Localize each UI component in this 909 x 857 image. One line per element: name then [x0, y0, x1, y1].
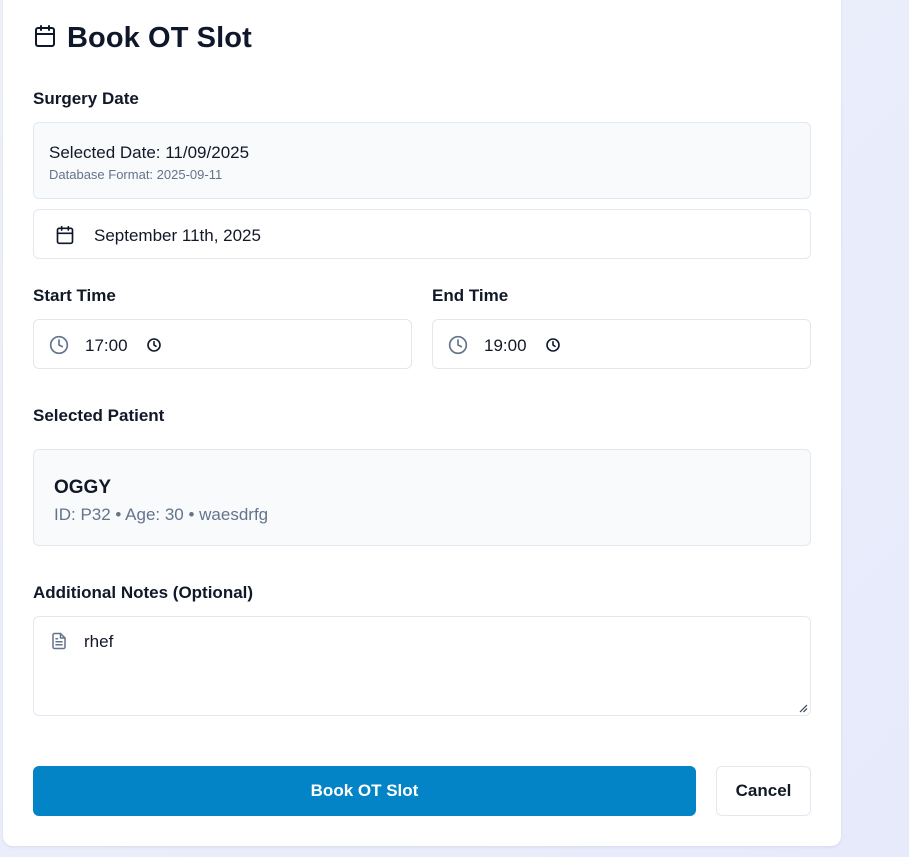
resize-handle-icon[interactable] — [798, 703, 808, 713]
database-format-text: Database Format: 2025-09-11 — [49, 167, 223, 182]
end-time-label: End Time — [432, 286, 509, 305]
notes-label: Additional Notes (Optional) — [33, 583, 254, 602]
selected-date-summary: Selected Date: 11/09/2025 Database Forma… — [33, 122, 811, 199]
date-picker-value: September 11th, 2025 — [94, 226, 261, 245]
end-time-value: 19:00 — [484, 336, 527, 355]
start-time-value: 17:00 — [85, 336, 128, 355]
page-title: Book OT Slot — [67, 22, 252, 54]
patient-name: OGGY — [54, 477, 112, 498]
notes-textarea[interactable]: rhef — [33, 616, 811, 716]
selected-patient-label: Selected Patient — [33, 406, 165, 425]
calendar-icon — [56, 225, 74, 245]
clock-icon — [49, 335, 69, 355]
clock-icon — [448, 335, 468, 355]
clock-picker-icon[interactable] — [146, 337, 162, 353]
booking-form-card: Book OT Slot Surgery Date Selected Date:… — [3, 0, 841, 846]
date-picker-button[interactable]: September 11th, 2025 — [33, 209, 811, 259]
patient-meta: ID: P32 • Age: 30 • waesdrfg — [54, 505, 269, 524]
calendar-icon — [33, 24, 57, 53]
notes-value: rhef — [84, 632, 114, 651]
start-time-input[interactable]: 17:00 — [33, 319, 412, 369]
form-header: Book OT Slot — [33, 22, 252, 55]
surgery-date-label: Surgery Date — [33, 89, 139, 108]
clock-picker-icon[interactable] — [545, 337, 561, 353]
start-time-label: Start Time — [33, 286, 116, 305]
file-text-icon — [52, 632, 66, 650]
end-time-input[interactable]: 19:00 — [432, 319, 811, 369]
selected-date-text: Selected Date: 11/09/2025 — [49, 143, 250, 162]
cancel-button[interactable]: Cancel — [716, 766, 811, 816]
selected-patient-card: OGGY ID: P32 • Age: 30 • waesdrfg — [33, 449, 811, 546]
book-ot-slot-button[interactable]: Book OT Slot — [33, 766, 696, 816]
